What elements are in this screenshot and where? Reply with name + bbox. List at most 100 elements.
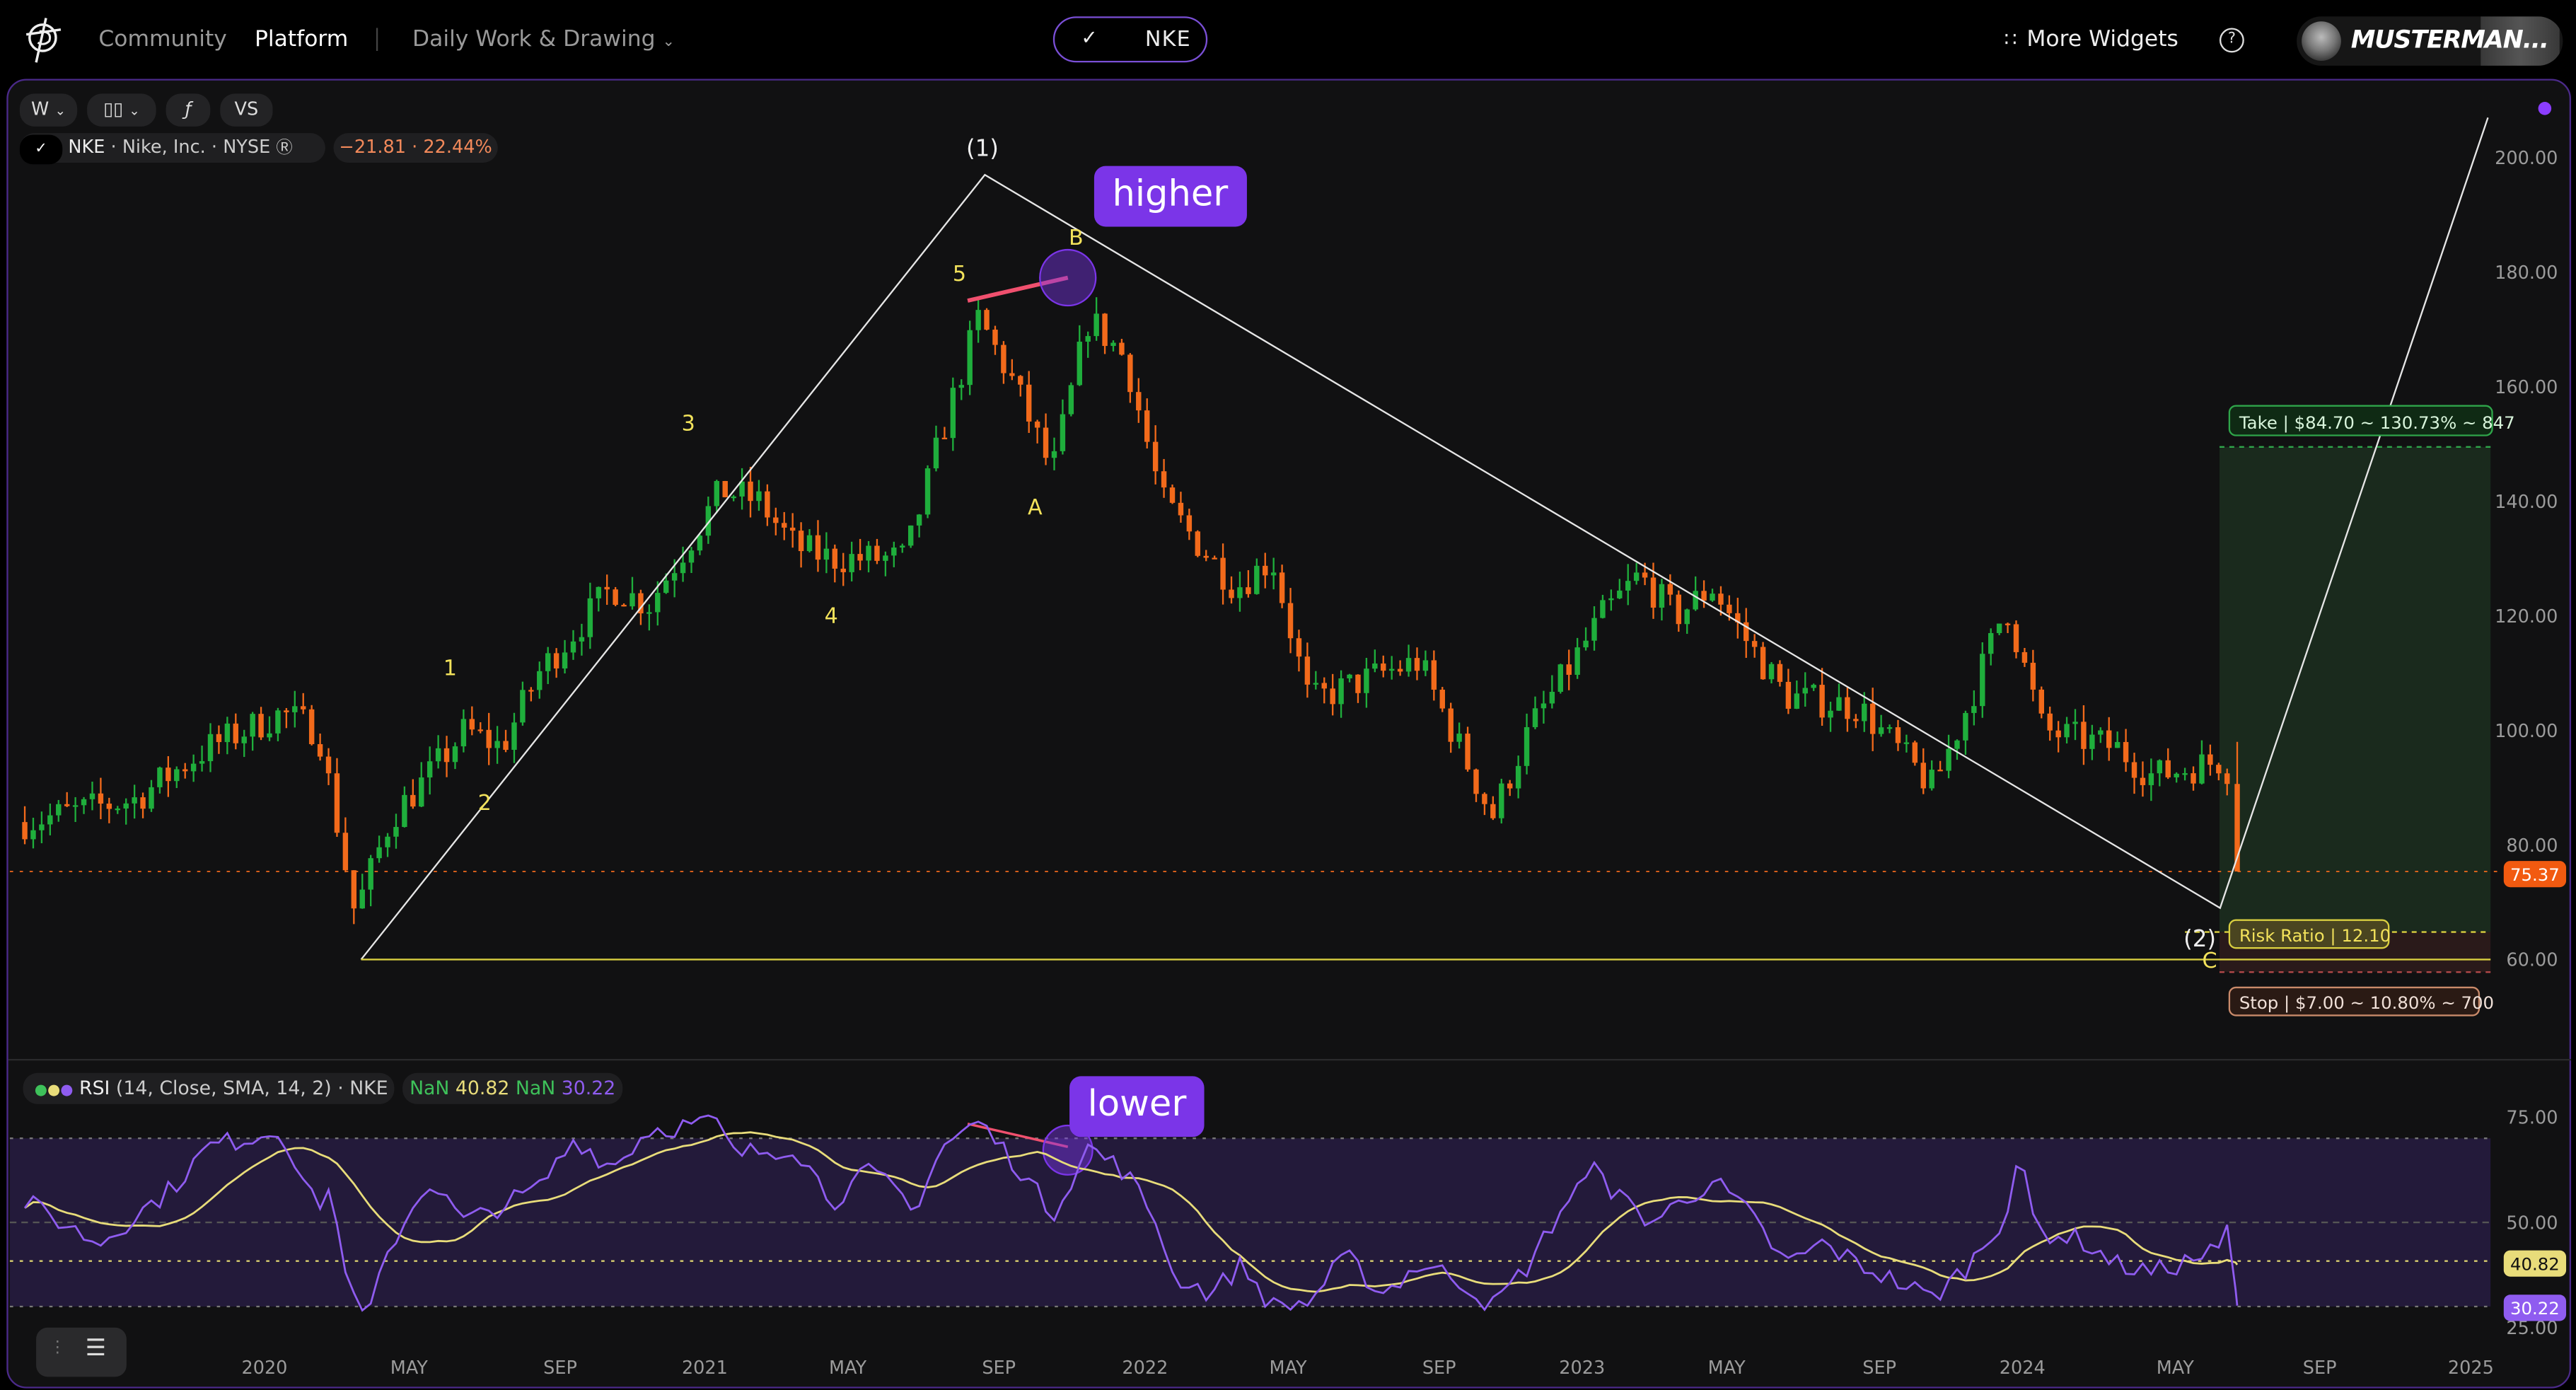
elliott-wave-line — [360, 117, 2489, 961]
time-axis-tick: 2024 — [2000, 1357, 2046, 1379]
candle — [1768, 664, 1775, 680]
candle — [393, 827, 399, 837]
price-axis-tick: 180.00 — [2495, 262, 2558, 284]
rsi-value-2: 40.82 — [455, 1076, 510, 1099]
candle — [2081, 722, 2087, 749]
candle — [2072, 722, 2078, 724]
candle — [773, 517, 779, 523]
compare-button[interactable]: VS — [220, 93, 273, 127]
candle — [1777, 664, 1783, 682]
candle — [1372, 663, 1378, 669]
time-axis-tick: SEP — [982, 1357, 1016, 1379]
chart-type-selector[interactable]: ▯▯ ⌄ — [87, 93, 156, 127]
time-axis-tick: 2021 — [682, 1357, 728, 1379]
candle — [443, 748, 450, 763]
candle — [1422, 660, 1429, 671]
candle — [1499, 783, 1504, 818]
rsi-axis-tick: 50.00 — [2506, 1212, 2558, 1234]
candle — [1845, 697, 1850, 719]
candle — [98, 793, 104, 804]
symbol-legend[interactable]: ✓ NKE · Nike, Inc. · NYSE Ⓡ — [19, 133, 325, 165]
candle — [157, 768, 163, 787]
candle — [1093, 313, 1099, 337]
wave-label-w5: 5 — [953, 262, 966, 286]
candle — [149, 787, 154, 809]
interval-label: W — [31, 98, 50, 120]
wave-label-w2: 2 — [478, 791, 492, 816]
candle — [1304, 656, 1311, 685]
candle — [722, 480, 728, 497]
candle — [798, 531, 804, 552]
candle — [1405, 658, 1412, 672]
higher-callout[interactable]: higher — [1093, 166, 1246, 227]
rsi-sma-badge: 40.82 — [2510, 1253, 2560, 1274]
rsi-title: RSI — [79, 1076, 110, 1099]
candle — [317, 743, 323, 757]
candle — [688, 550, 695, 563]
candle — [1869, 703, 1876, 734]
candle — [1878, 727, 1884, 734]
candle — [2114, 741, 2120, 748]
rsi-value-4: 30.22 — [561, 1076, 616, 1099]
candle — [47, 815, 53, 825]
candle — [782, 523, 787, 528]
interval-selector[interactable]: W ⌄ — [19, 93, 78, 127]
candle — [663, 580, 669, 593]
candle — [2013, 624, 2019, 652]
candle — [1557, 664, 1563, 692]
price-change: −21.81 · 22.44% — [333, 133, 498, 163]
candle — [2191, 773, 2196, 784]
candle — [823, 548, 830, 560]
candle — [2140, 777, 2146, 785]
indicators-button[interactable]: ƒ — [166, 93, 211, 127]
candle — [2123, 741, 2129, 763]
candle — [258, 714, 264, 738]
time-axis-tick: SEP — [1422, 1357, 1456, 1379]
candle — [1161, 471, 1167, 488]
candle — [452, 746, 458, 763]
drawing-tools-toggle[interactable]: ⋮ ☰ — [36, 1327, 127, 1377]
candle — [520, 690, 526, 723]
candle — [2157, 760, 2163, 774]
candle — [494, 741, 500, 748]
candle — [528, 690, 534, 692]
time-axis-tick: 2023 — [1559, 1357, 1605, 1379]
candle — [1119, 342, 1125, 355]
candle — [1853, 719, 1859, 722]
candle — [815, 535, 821, 560]
candle — [123, 803, 129, 809]
candle — [106, 804, 112, 809]
candle — [1397, 668, 1403, 672]
candle — [1532, 708, 1538, 727]
candle — [1836, 697, 1842, 711]
candle — [1456, 734, 1462, 742]
candle — [941, 437, 948, 440]
candle — [1195, 531, 1201, 556]
candle — [1321, 683, 1327, 689]
function-icon: ƒ — [185, 98, 192, 120]
candle — [1136, 392, 1142, 411]
candle — [1971, 706, 1977, 713]
candle — [1659, 584, 1665, 608]
rsi-legend[interactable]: ●●● RSI (14, Close, SMA, 14, 2) · NKE — [23, 1072, 395, 1104]
candle — [1203, 555, 1209, 558]
candle — [655, 593, 661, 613]
candle — [64, 804, 70, 806]
candle — [1034, 421, 1040, 428]
candle — [72, 805, 79, 807]
candle — [460, 719, 467, 747]
candle — [2165, 760, 2171, 777]
candle — [56, 804, 62, 816]
candle — [1237, 587, 1243, 598]
lower-callout[interactable]: lower — [1069, 1076, 1205, 1137]
candle — [385, 836, 390, 847]
candle — [857, 554, 863, 561]
chart-canvas[interactable]: 200.00180.00160.00140.00120.00100.0080.0… — [0, 0, 2576, 1390]
candle — [89, 793, 95, 799]
candle — [958, 385, 964, 388]
candle — [883, 555, 888, 561]
candle — [697, 535, 703, 551]
candle — [166, 768, 171, 782]
time-axis-tick: SEP — [2303, 1357, 2337, 1379]
candle — [604, 586, 610, 590]
